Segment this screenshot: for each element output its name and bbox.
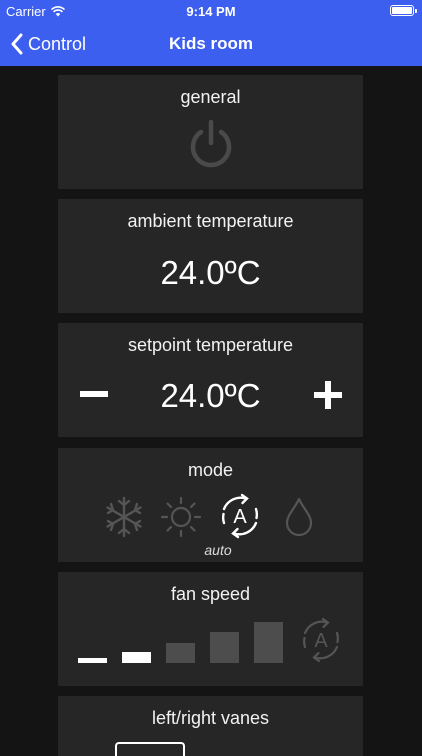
clock: 9:14 PM bbox=[186, 4, 236, 19]
fan-speed-level-4[interactable] bbox=[210, 632, 239, 663]
ambient-value: 24.0ºC bbox=[160, 254, 261, 291]
mode-card: mode A auto bbox=[58, 448, 363, 562]
general-title: general bbox=[180, 87, 241, 107]
fan-speed-level-5[interactable] bbox=[254, 622, 283, 663]
ambient-card: ambient temperature 24.0ºC bbox=[58, 199, 363, 313]
status-bar: Carrier 9:14 PM bbox=[0, 0, 422, 22]
fan-speed-level-3[interactable] bbox=[166, 643, 195, 663]
fan-speed-level-2[interactable] bbox=[122, 652, 151, 663]
snowflake-icon[interactable] bbox=[103, 496, 145, 538]
fan-speed-title: fan speed bbox=[170, 584, 251, 604]
sun-icon[interactable] bbox=[159, 496, 203, 538]
ambient-title: ambient temperature bbox=[127, 211, 294, 231]
mode-selected-label: auto bbox=[204, 542, 232, 558]
vanes-option[interactable] bbox=[115, 742, 185, 756]
page-title: Kids room bbox=[168, 34, 254, 53]
battery-icon bbox=[390, 5, 417, 16]
vanes-card: left/right vanes bbox=[58, 696, 363, 756]
plus-icon[interactable] bbox=[313, 380, 343, 410]
fan-speed-card: fan speed A bbox=[58, 572, 363, 686]
auto-fan-icon[interactable]: A bbox=[297, 616, 345, 664]
vanes-title: left/right vanes bbox=[151, 708, 270, 728]
auto-mode-icon[interactable]: A bbox=[216, 492, 264, 540]
power-icon[interactable] bbox=[187, 119, 235, 171]
svg-text:A: A bbox=[314, 630, 328, 652]
water-drop-icon[interactable] bbox=[282, 496, 316, 538]
fan-speed-level-1[interactable] bbox=[78, 658, 107, 663]
svg-text:A: A bbox=[233, 506, 247, 528]
setpoint-card: setpoint temperature 24.0ºC bbox=[58, 323, 363, 437]
mode-title: mode bbox=[187, 460, 234, 480]
general-card: general bbox=[58, 75, 363, 189]
navigation-bar: Control Kids room bbox=[0, 22, 422, 66]
setpoint-title: setpoint temperature bbox=[127, 335, 294, 355]
